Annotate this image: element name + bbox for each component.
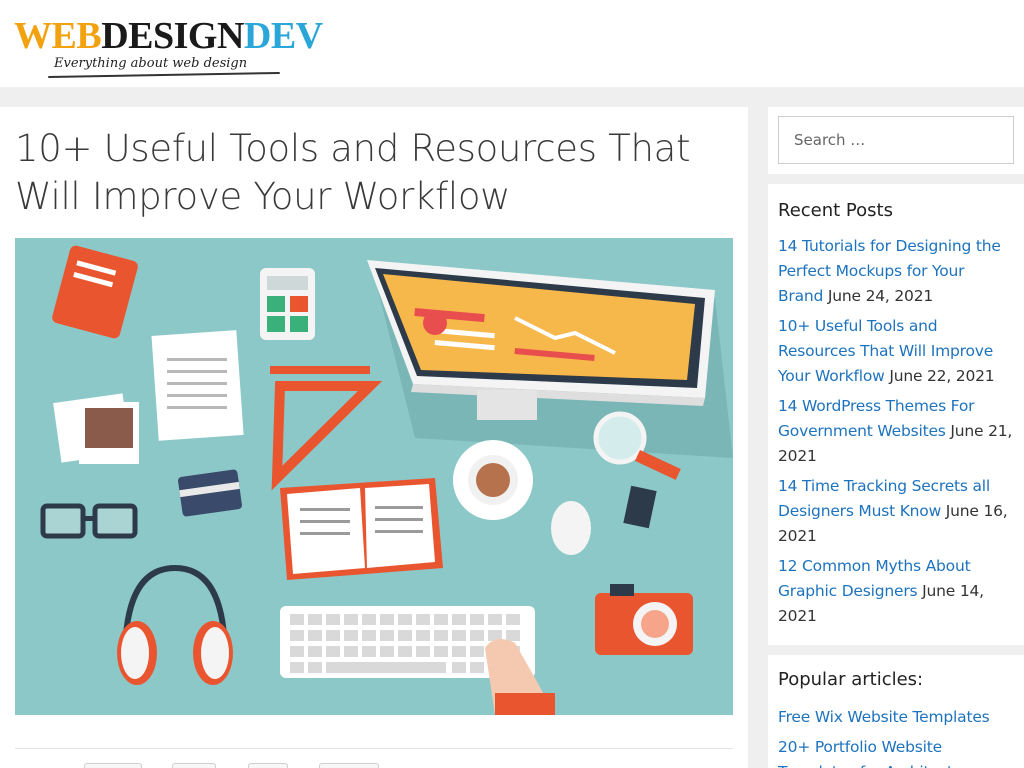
post-date: June 22, 2021	[889, 367, 995, 385]
list-item: 14 Time Tracking Secrets all Designers M…	[778, 474, 1014, 549]
site-header: WEBDESIGNDEV Everything about web design	[0, 0, 1024, 87]
search-widget	[768, 107, 1024, 174]
recent-post-link[interactable]: 14 WordPress Themes For Government Websi…	[778, 397, 974, 440]
post-date: June 24, 2021	[827, 287, 934, 305]
popular-article-link[interactable]: Free Wix Website Templates	[778, 708, 990, 726]
flat-design-desk-illustration-icon	[15, 238, 733, 715]
featured-image	[15, 238, 733, 715]
recent-posts-title: Recent Posts	[778, 200, 893, 221]
popular-articles-title: Popular articles:	[778, 669, 924, 690]
popular-article-link[interactable]: 20+ Portfolio Website Templates for Arch…	[778, 738, 961, 768]
share-divider	[15, 748, 733, 749]
popular-articles-list: Free Wix Website Templates 20+ Portfolio…	[778, 705, 1014, 768]
list-item: 10+ Useful Tools and Resources That Will…	[778, 314, 1014, 389]
page-title: 10+ Useful Tools and Resources That Will…	[15, 127, 691, 218]
list-item: 14 WordPress Themes For Government Websi…	[778, 394, 1014, 469]
list-item: 12 Common Myths About Graphic Designers …	[778, 554, 1014, 629]
logo-swoosh	[48, 71, 280, 79]
recent-posts-widget: Recent Posts 14 Tutorials for Designing …	[768, 184, 1024, 645]
list-item: 20+ Portfolio Website Templates for Arch…	[778, 735, 1014, 768]
list-item: Free Wix Website Templates	[778, 705, 1014, 730]
share-button-4[interactable]	[319, 763, 379, 768]
site-logo[interactable]: WEBDESIGNDEV Everything about web design	[14, 14, 323, 79]
search-input[interactable]	[778, 116, 1014, 164]
logo-wordmark: WEBDESIGNDEV	[14, 14, 323, 58]
share-button-1[interactable]	[84, 763, 142, 768]
logo-dev: DEV	[243, 15, 323, 57]
popular-articles-widget: Popular articles: Free Wix Website Templ…	[768, 655, 1024, 768]
logo-web: WEB	[14, 15, 102, 57]
share-button-2[interactable]	[172, 763, 216, 768]
list-item: 14 Tutorials for Designing the Perfect M…	[778, 234, 1014, 309]
share-button-3[interactable]	[248, 763, 288, 768]
logo-design: DESIGN	[101, 15, 244, 57]
logo-tagline: Everything about web design	[54, 56, 248, 71]
recent-posts-list: 14 Tutorials for Designing the Perfect M…	[778, 234, 1014, 634]
article: 10+ Useful Tools and Resources That Will…	[0, 107, 748, 768]
